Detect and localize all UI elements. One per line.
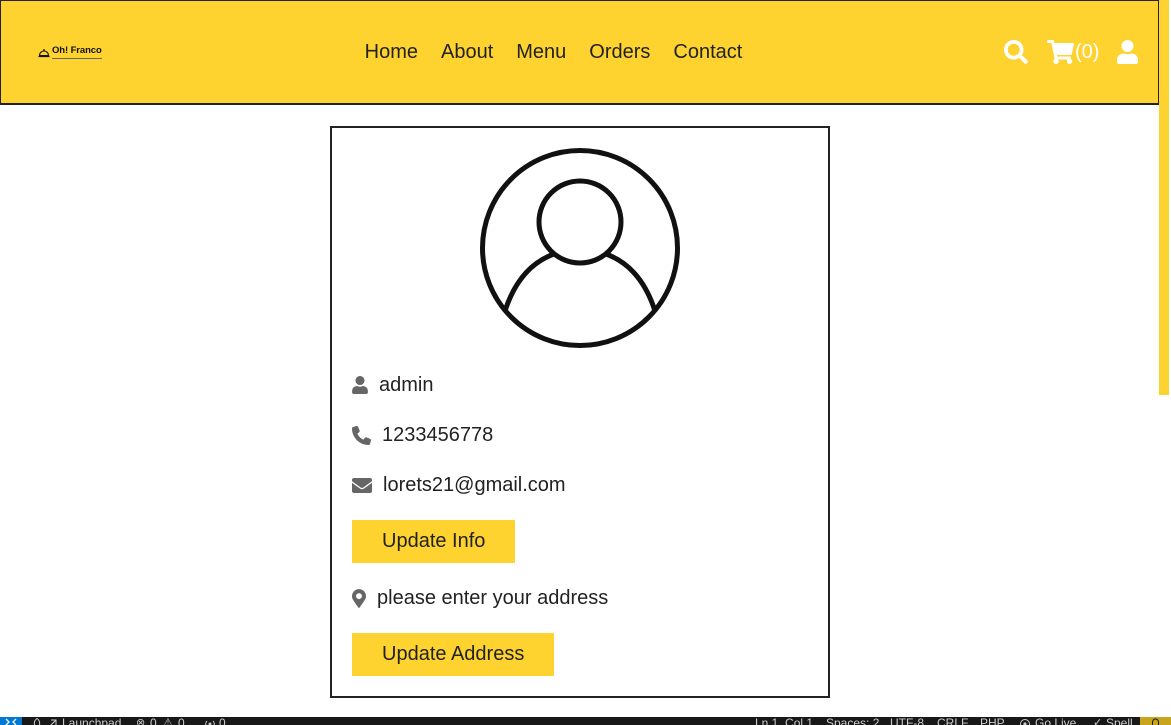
- status-cursor-position[interactable]: Ln 1, Col 1: [755, 717, 813, 725]
- profile-address: please enter your address: [377, 587, 609, 609]
- nav-menu[interactable]: Menu: [516, 40, 566, 64]
- cart-button[interactable]: (0): [1047, 40, 1099, 64]
- user-icon: [352, 376, 368, 394]
- rocket-icon[interactable]: [31, 718, 43, 725]
- bell-icon: [1152, 718, 1159, 725]
- cart-count: (0): [1075, 41, 1100, 63]
- status-line-endings[interactable]: CRLF: [937, 717, 968, 725]
- status-indentation[interactable]: Spaces: 2: [826, 717, 879, 725]
- status-warnings[interactable]: 0: [178, 717, 185, 725]
- envelope-icon: [352, 477, 372, 493]
- nav-orders[interactable]: Orders: [589, 40, 650, 64]
- profile-phone: 1233456778: [382, 424, 494, 446]
- user-menu-button[interactable]: [1117, 40, 1139, 64]
- check-icon: [1093, 717, 1102, 725]
- nav-about[interactable]: About: [441, 40, 493, 64]
- logo-tagline-mark: [52, 57, 102, 59]
- status-go-live[interactable]: Go Live: [1035, 717, 1076, 725]
- remote-icon: [5, 718, 17, 725]
- editor-status-bar: Launchpad 0 0 0 Ln 1, Col 1 Spaces: 2 UT…: [0, 717, 1171, 725]
- warning-icon: [163, 717, 173, 725]
- user-circle-icon: [480, 148, 680, 348]
- cart-icon: [1047, 40, 1074, 64]
- scrollbar-thumb[interactable]: [1159, 0, 1169, 395]
- profile-email: lorets21@gmail.com: [383, 474, 566, 496]
- profile-name: admin: [379, 374, 434, 396]
- update-address-button[interactable]: Update Address: [352, 633, 555, 676]
- user-icon: [1117, 40, 1139, 64]
- profile-phone-row: 1233456778: [352, 423, 808, 447]
- ports-icon: [205, 720, 215, 725]
- header-icons: (0): [1004, 40, 1139, 64]
- update-info-button[interactable]: Update Info: [352, 520, 516, 563]
- status-spell[interactable]: Spell: [1106, 717, 1133, 725]
- main-nav: Home About Menu Orders Contact: [365, 40, 743, 64]
- logo[interactable]: Oh! Franco: [38, 45, 103, 59]
- phone-icon: [352, 425, 371, 445]
- remote-indicator[interactable]: [0, 717, 22, 725]
- profile-email-row: lorets21@gmail.com: [352, 473, 808, 497]
- profile-address-row: please enter your address: [352, 586, 808, 610]
- status-encoding[interactable]: UTF-8: [890, 717, 924, 725]
- search-icon: [1004, 40, 1028, 64]
- map-marker-icon: [352, 588, 366, 608]
- error-icon: [136, 717, 145, 725]
- page-scrollbar[interactable]: [1159, 0, 1171, 717]
- status-language[interactable]: PHP: [980, 717, 1005, 725]
- logo-text: Oh! Franco: [52, 44, 102, 56]
- status-ports[interactable]: 0: [219, 717, 226, 725]
- profile-card: admin 1233456778 lorets21@gmail.com Upda…: [330, 126, 830, 698]
- broadcast-icon: [1020, 719, 1030, 725]
- nav-contact[interactable]: Contact: [673, 40, 742, 64]
- dish-logo-icon: [38, 48, 50, 57]
- search-button[interactable]: [1004, 40, 1028, 64]
- nav-home[interactable]: Home: [365, 40, 418, 64]
- status-launchpad[interactable]: Launchpad: [62, 717, 121, 725]
- logo-text-group: Oh! Franco: [52, 44, 102, 59]
- notifications-button[interactable]: [1140, 717, 1171, 725]
- launch-icon: [50, 719, 57, 725]
- site-header: Oh! Franco Home About Menu Orders Contac…: [0, 0, 1159, 105]
- profile-name-row: admin: [352, 373, 808, 397]
- status-errors[interactable]: 0: [150, 717, 157, 725]
